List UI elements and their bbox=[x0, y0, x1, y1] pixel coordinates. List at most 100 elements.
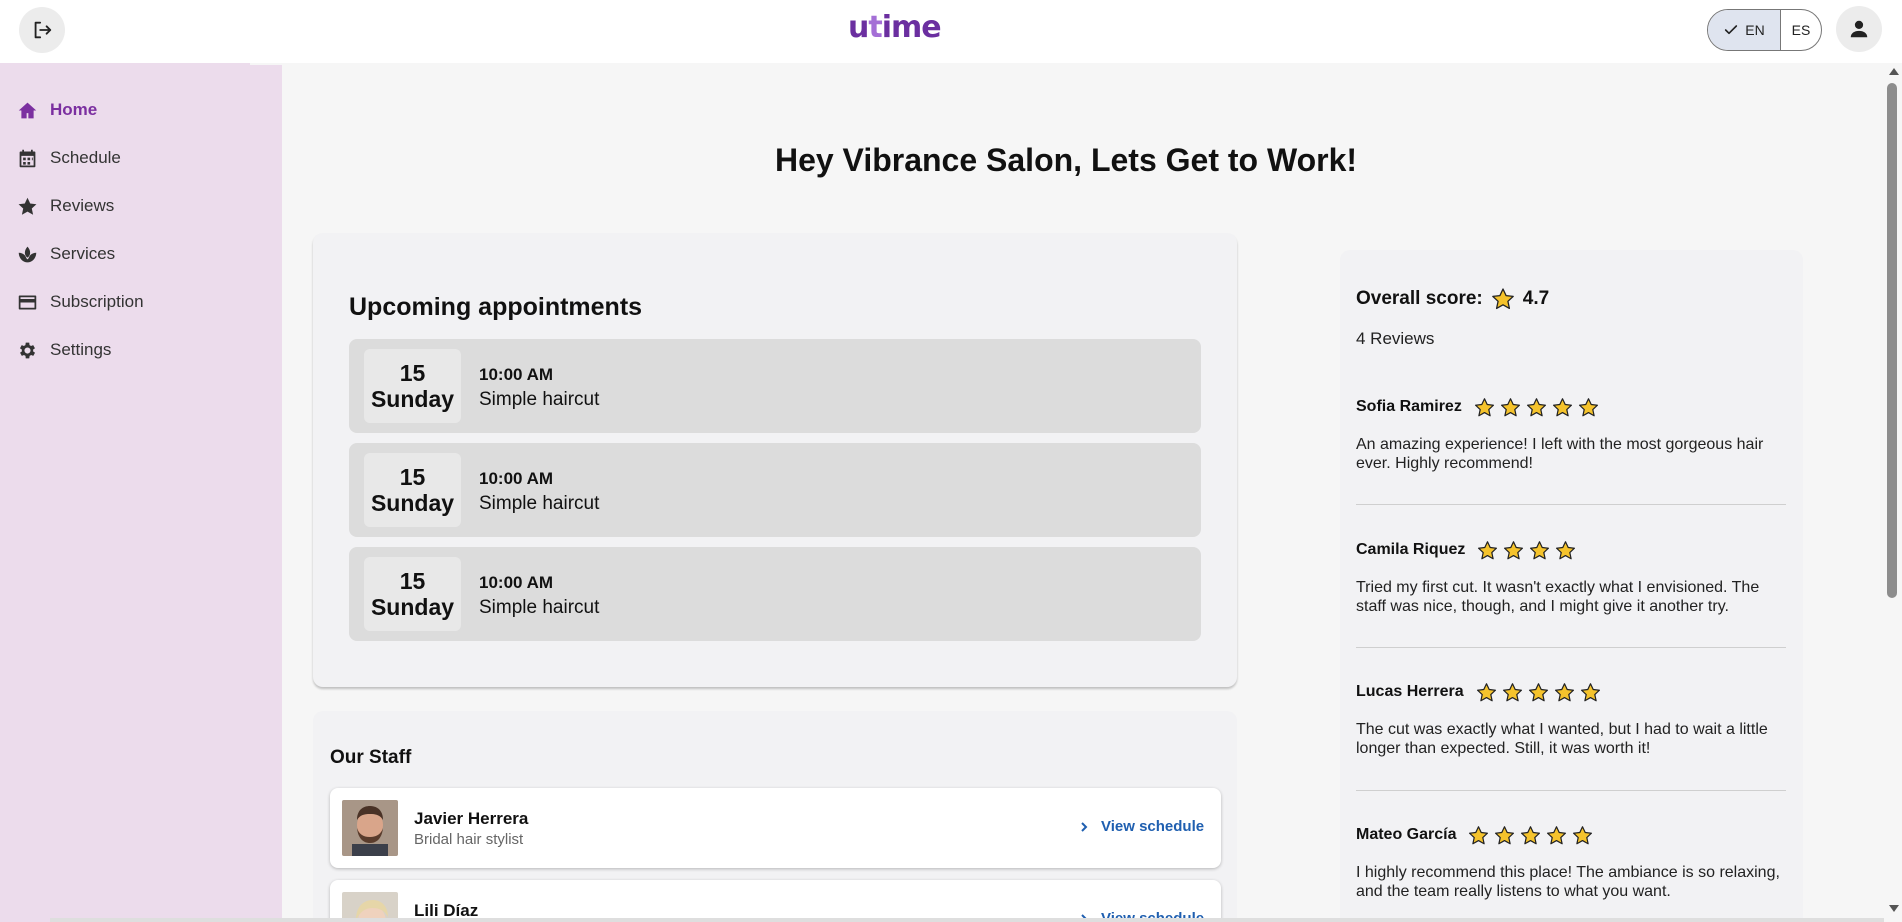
star-icon bbox=[1491, 288, 1514, 310]
review-stars bbox=[1468, 825, 1593, 846]
star-icon bbox=[18, 197, 37, 215]
rating-star-icon bbox=[1530, 540, 1550, 559]
appointment-time: 10:00 AM bbox=[479, 573, 554, 592]
sidebar: Home Schedule Reviews Services Subscript… bbox=[0, 63, 282, 922]
appointment-item[interactable]: 15 Sunday 10:00 AM Simple haircut bbox=[349, 547, 1201, 641]
reviewer-name: Camila Riquez bbox=[1356, 541, 1466, 558]
appointments-title: Upcoming appointments bbox=[349, 293, 643, 321]
rating-star-icon bbox=[1526, 397, 1546, 416]
rating-star-icon bbox=[1578, 397, 1598, 416]
review-divider bbox=[1356, 504, 1786, 505]
sidebar-item-label: Settings bbox=[50, 340, 112, 359]
sidebar-item-schedule[interactable]: Schedule bbox=[0, 138, 282, 178]
reviewer-name: Mateo García bbox=[1356, 826, 1457, 843]
lang-option-en[interactable]: EN bbox=[1708, 10, 1781, 50]
sidebar-item-label: Services bbox=[50, 244, 116, 263]
logo-text-u: u bbox=[848, 10, 869, 45]
sidebar-edge bbox=[250, 63, 282, 65]
overall-score: Overall score: 4.7 bbox=[1356, 287, 1549, 311]
sidebar-item-home[interactable]: Home bbox=[0, 90, 282, 130]
lang-label-en: EN bbox=[1745, 22, 1765, 38]
overall-score-value: 4.7 bbox=[1522, 288, 1550, 309]
reviewer-name: Lucas Herrera bbox=[1356, 683, 1464, 700]
rating-star-icon bbox=[1478, 540, 1498, 559]
appointment-service: Simple haircut bbox=[479, 597, 600, 618]
appointment-date: 15 Sunday bbox=[364, 453, 461, 527]
review-item: Sofia Ramirez An amazing experience! I l… bbox=[1356, 396, 1786, 473]
logo-text-ime: ime bbox=[881, 10, 942, 45]
rating-star-icon bbox=[1556, 540, 1576, 559]
logo-text-t: t bbox=[868, 10, 882, 45]
scrollbar-thumb[interactable] bbox=[1887, 83, 1897, 598]
appointment-service: Simple haircut bbox=[479, 389, 600, 410]
check-icon bbox=[1725, 25, 1738, 35]
gear-icon bbox=[19, 342, 36, 358]
review-text: I highly recommend this place! The ambia… bbox=[1356, 864, 1780, 900]
reviews-card: Overall score: 4.7 4 Reviews Sofia Ramir… bbox=[1340, 250, 1803, 922]
rating-star-icon bbox=[1580, 682, 1600, 701]
scroll-down-arrow[interactable] bbox=[1889, 905, 1899, 912]
review-stars bbox=[1474, 397, 1599, 418]
reviewer-name: Sofia Ramirez bbox=[1356, 398, 1462, 415]
appointment-day: 15 bbox=[399, 464, 426, 490]
rating-star-icon bbox=[1495, 825, 1515, 844]
appointment-weekday: Sunday bbox=[370, 594, 455, 620]
appointment-time: 10:00 AM bbox=[479, 469, 554, 488]
appointment-service: Simple haircut bbox=[479, 493, 600, 514]
rating-star-icon bbox=[1474, 397, 1494, 416]
sidebar-item-label: Home bbox=[50, 100, 98, 119]
page-title: Hey Vibrance Salon, Lets Get to Work! bbox=[774, 142, 1358, 178]
scroll-up-arrow[interactable] bbox=[1889, 68, 1899, 75]
rating-star-icon bbox=[1552, 397, 1572, 416]
rating-star-icon bbox=[1554, 682, 1574, 701]
sidebar-item-label: Subscription bbox=[50, 292, 144, 311]
rating-star-icon bbox=[1521, 825, 1541, 844]
appointment-weekday: Sunday bbox=[370, 386, 455, 412]
card-icon bbox=[18, 295, 37, 309]
review-divider bbox=[1356, 790, 1786, 791]
sidebar-item-reviews[interactable]: Reviews bbox=[0, 186, 282, 226]
review-text: An amazing experience! I left with the m… bbox=[1356, 436, 1764, 472]
utime-logo[interactable]: utime bbox=[848, 10, 942, 45]
bottom-edge bbox=[50, 918, 1884, 922]
upcoming-appointments-card: Upcoming appointments 15 Sunday 10:00 AM… bbox=[313, 233, 1237, 687]
review-item: Lucas Herrera The cut was exactly what I… bbox=[1356, 681, 1786, 758]
appointment-day: 15 bbox=[399, 360, 426, 386]
lang-option-es[interactable]: ES bbox=[1781, 10, 1821, 50]
sidebar-item-services[interactable]: Services bbox=[0, 234, 282, 274]
logout-button[interactable] bbox=[19, 7, 65, 53]
appointment-item[interactable]: 15 Sunday 10:00 AM Simple haircut bbox=[349, 339, 1201, 433]
appointment-day: 15 bbox=[399, 568, 426, 594]
rating-star-icon bbox=[1469, 825, 1489, 844]
appointment-item[interactable]: 15 Sunday 10:00 AM Simple haircut bbox=[349, 443, 1201, 537]
rating-star-icon bbox=[1528, 682, 1548, 701]
staff-role: Bridal hair stylist bbox=[414, 831, 524, 848]
account-button[interactable] bbox=[1836, 6, 1882, 52]
sidebar-item-settings[interactable]: Settings bbox=[0, 330, 282, 370]
lang-label-es: ES bbox=[1791, 22, 1811, 38]
review-item: Camila Riquez Tried my first cut. It was… bbox=[1356, 539, 1786, 616]
sidebar-item-label: Reviews bbox=[50, 196, 115, 215]
view-schedule-link[interactable]: View schedule bbox=[1079, 818, 1204, 835]
review-stars bbox=[1476, 682, 1601, 703]
review-item: Mateo García I highly recommend this pla… bbox=[1356, 824, 1786, 901]
logout-icon bbox=[34, 21, 52, 39]
staff-member-row: Lili Díaz View schedule bbox=[330, 880, 1221, 922]
rating-star-icon bbox=[1476, 682, 1496, 701]
review-divider bbox=[1356, 647, 1786, 648]
sidebar-item-label: Schedule bbox=[50, 148, 121, 167]
appointment-time: 10:00 AM bbox=[479, 365, 554, 384]
staff-member-row: Javier Herrera Bridal hair stylist View … bbox=[330, 788, 1221, 868]
calendar-icon bbox=[19, 149, 36, 167]
staff-title: Our Staff bbox=[330, 747, 412, 768]
rating-star-icon bbox=[1504, 540, 1524, 559]
appointment-date: 15 Sunday bbox=[364, 557, 461, 631]
staff-name: Javier Herrera bbox=[414, 809, 529, 828]
rating-star-icon bbox=[1547, 825, 1567, 844]
sidebar-item-subscription[interactable]: Subscription bbox=[0, 282, 282, 322]
top-bar: utime EN ES bbox=[0, 0, 1902, 63]
review-text: Tried my first cut. It wasn't exactly wh… bbox=[1356, 579, 1760, 615]
our-staff-card: Our Staff Javier Herrera Bridal hair sty… bbox=[313, 711, 1237, 922]
appointment-date: 15 Sunday bbox=[364, 349, 461, 423]
review-count: 4 Reviews bbox=[1356, 329, 1435, 348]
